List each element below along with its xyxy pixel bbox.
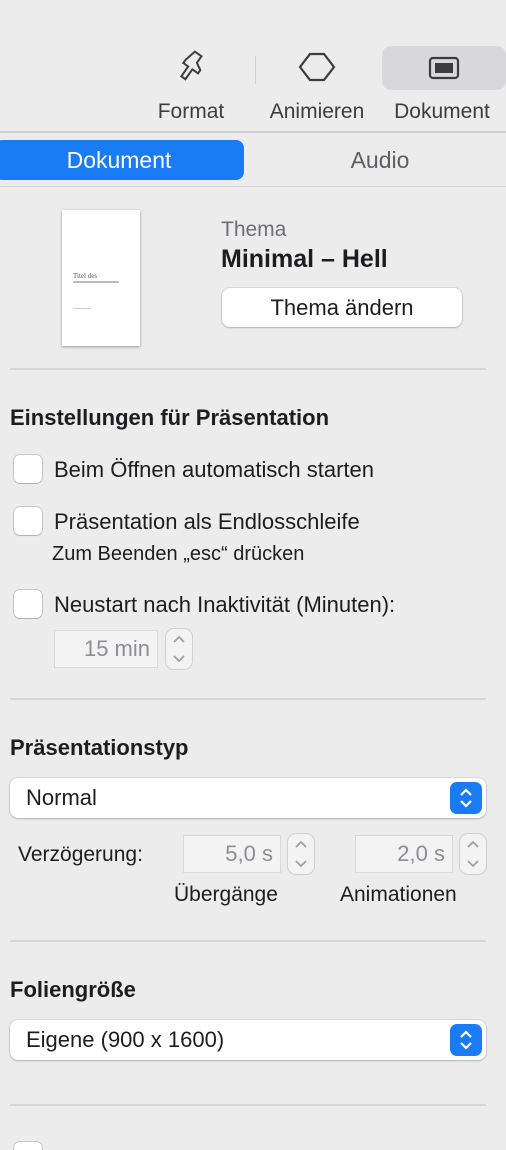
chevron-up-icon[interactable] [166, 629, 192, 649]
type-divider [10, 940, 486, 942]
toolbar-divider [0, 131, 506, 133]
delay-label: Verzögerung: [18, 843, 143, 866]
chevron-up-icon[interactable] [288, 834, 314, 854]
presentation-type-value: Normal [26, 785, 97, 810]
theme-thumbnail[interactable]: Titel des [62, 210, 140, 346]
chevron-up-icon[interactable] [460, 834, 486, 854]
restart-label: Neustart nach Inaktivität (Minuten): [54, 592, 396, 617]
presentation-type-title: Präsentationstyp [10, 735, 189, 760]
animate-diamond-icon [297, 50, 337, 89]
tab-audio[interactable]: Audio [255, 140, 505, 180]
slide-size-select[interactable]: Eigene (900 x 1600) [10, 1020, 486, 1060]
thumbnail-footer-mark [73, 308, 91, 309]
transitions-delay-stepper[interactable] [288, 834, 314, 874]
settings-divider [10, 698, 486, 700]
chevron-down-icon[interactable] [288, 854, 314, 874]
chevron-down-icon[interactable] [166, 649, 192, 669]
animate-label: Animieren [269, 100, 365, 123]
restart-minutes-field[interactable]: 15 min [54, 630, 158, 668]
animations-delay-stepper[interactable] [460, 834, 486, 874]
document-toolbar-button[interactable]: Dokument [382, 46, 506, 126]
select-chevrons-icon [450, 782, 482, 814]
transitions-label: Übergänge [174, 883, 278, 906]
animations-label: Animationen [340, 883, 457, 906]
loop-label: Präsentation als Endlosschleife [54, 509, 360, 534]
theme-label: Thema [221, 218, 287, 241]
select-chevrons-icon [450, 1024, 482, 1056]
animations-delay-field[interactable]: 2,0 s [355, 835, 453, 873]
slide-size-divider [10, 1104, 486, 1106]
paintbrush-icon [176, 50, 206, 89]
theme-name: Minimal – Hell [221, 245, 388, 273]
format-toolbar-button[interactable]: Format [150, 46, 232, 126]
tab-document[interactable]: Dokument [0, 140, 244, 180]
tabs-divider [0, 186, 506, 187]
document-window-icon [428, 56, 460, 85]
presentation-type-select[interactable]: Normal [10, 778, 486, 818]
slide-size-title: Foliengröße [10, 977, 136, 1002]
restart-checkbox[interactable] [14, 590, 42, 618]
chevron-down-icon[interactable] [460, 854, 486, 874]
document-label: Dokument [394, 100, 490, 123]
thumbnail-subtitle-mark [73, 281, 119, 283]
loop-hint: Zum Beenden „esc“ drücken [52, 543, 305, 565]
loop-checkbox[interactable] [14, 507, 42, 535]
change-theme-button[interactable]: Thema ändern [222, 288, 462, 327]
autostart-checkbox[interactable] [14, 455, 42, 483]
format-label: Format [157, 100, 225, 123]
slide-size-value: Eigene (900 x 1600) [26, 1027, 225, 1052]
presentation-settings-title: Einstellungen für Präsentation [10, 405, 330, 430]
thumbnail-title-mark: Titel des [73, 272, 98, 280]
transitions-delay-field[interactable]: 5,0 s [183, 835, 281, 873]
restart-minutes-stepper[interactable] [166, 629, 192, 669]
animate-toolbar-button[interactable]: Animieren [262, 46, 372, 126]
autostart-label: Beim Öffnen automatisch starten [54, 457, 374, 482]
toolbar-separator [255, 56, 256, 84]
theme-divider [10, 368, 486, 370]
cut-off-checkbox[interactable] [14, 1142, 42, 1150]
